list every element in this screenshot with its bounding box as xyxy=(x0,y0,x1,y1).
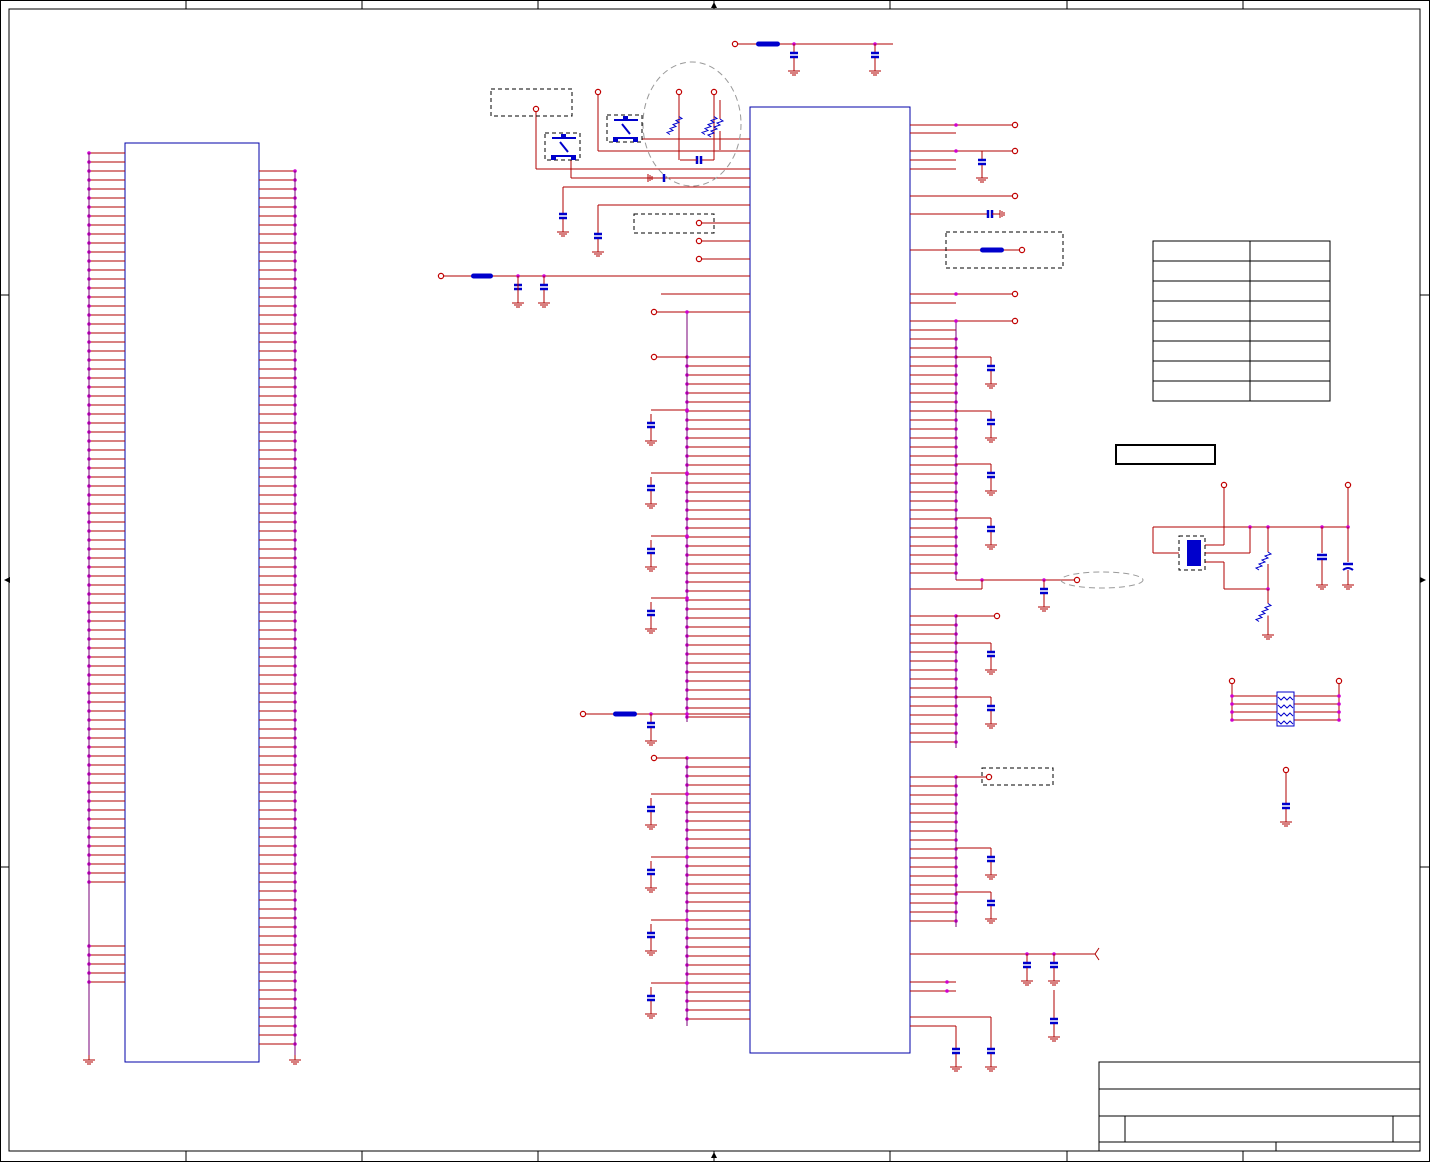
net-label-box-4 xyxy=(981,767,1054,786)
highlight-ellipse-1 xyxy=(642,61,742,187)
main-ic[interactable] xyxy=(685,106,958,1054)
main-ic-body xyxy=(749,106,911,1054)
schematic-canvas xyxy=(0,0,1430,1162)
title-block xyxy=(1098,1061,1421,1152)
connector-body xyxy=(124,142,260,1063)
net-label-box-1 xyxy=(490,88,573,117)
main-ic-right-pins xyxy=(910,124,958,1027)
info-table xyxy=(1152,240,1331,402)
voltage-regulator[interactable] xyxy=(1178,535,1206,571)
label-box xyxy=(1115,444,1216,465)
connector-left-pins xyxy=(87,151,125,1055)
transistor-q2[interactable] xyxy=(606,114,643,143)
schematic-details xyxy=(83,40,1354,1072)
transistor-q1[interactable] xyxy=(544,132,581,161)
schematic-sheet xyxy=(0,0,1430,1162)
connector-block[interactable] xyxy=(87,142,297,1063)
connector-right-pins xyxy=(259,169,297,1055)
resistor-array[interactable] xyxy=(1276,691,1295,727)
main-ic-left-pins xyxy=(685,186,750,1026)
